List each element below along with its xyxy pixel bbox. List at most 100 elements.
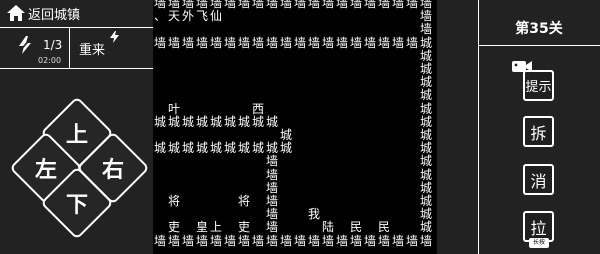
- board-cell: 城: [237, 114, 250, 129]
- board-cell: 城: [419, 220, 432, 235]
- board-cell: 城: [209, 114, 222, 129]
- board-cell: 墙: [237, 35, 250, 50]
- board-cell: 墙: [265, 0, 278, 10]
- board-cell: 墙: [265, 233, 278, 248]
- board-cell: 墙: [195, 233, 208, 248]
- board-cell: 西: [251, 101, 264, 116]
- board-cell: 墙: [335, 0, 348, 10]
- board-cell: 城: [419, 207, 432, 222]
- board-cell: 墙: [265, 154, 278, 169]
- board-cell: 墙: [265, 220, 278, 235]
- board-cell: 城: [419, 194, 432, 208]
- board-cell: 城: [419, 35, 432, 50]
- restart-label: 重来: [79, 43, 106, 58]
- board-cell: 墙: [405, 0, 418, 10]
- right-panel: 第35关 提示 拆 消 拉 长按: [478, 0, 600, 254]
- board-cell: 城: [195, 114, 208, 129]
- board-cell: 墙: [335, 35, 348, 50]
- board-cell: 外: [181, 9, 194, 24]
- board-cell: 仙: [209, 9, 222, 24]
- board-cell: 墙: [349, 35, 362, 50]
- dpad-left-label: 左: [34, 156, 58, 183]
- board-cell: 墙: [195, 35, 208, 50]
- board-cell: 墙: [405, 233, 418, 248]
- board-cell: 墙: [321, 233, 334, 248]
- board-cell: 墙: [237, 0, 250, 10]
- board-cell: 墙: [209, 35, 222, 50]
- board-cell: 墙: [181, 233, 194, 248]
- board-cell: 飞: [195, 9, 208, 24]
- energy-counter: 1/3 02:00: [0, 28, 68, 68]
- board-cell: 城: [419, 167, 432, 182]
- board-cell: 城: [167, 141, 180, 156]
- energy-timer: 02:00: [38, 56, 62, 65]
- board-cell: 墙: [251, 35, 264, 50]
- board-cell: 城: [223, 114, 236, 129]
- board-cell: 吏: [237, 220, 250, 235]
- board-cell: 城: [419, 88, 432, 103]
- hint-button[interactable]: 提示: [523, 70, 554, 101]
- board-cell: 城: [153, 141, 166, 156]
- board-cell: 墙: [293, 233, 306, 248]
- board-cell: 墙: [181, 35, 194, 50]
- board-cell: 墙: [349, 233, 362, 248]
- board-cell: 城: [251, 141, 264, 156]
- restart-button[interactable]: 重来: [70, 28, 153, 68]
- board-cell: 墙: [167, 35, 180, 50]
- board-cell: 墙: [251, 0, 264, 10]
- board-cell: 皇: [195, 220, 208, 235]
- divider: [478, 45, 600, 46]
- board-cell: 墙: [265, 180, 278, 195]
- board-cell: 墙: [293, 35, 306, 50]
- board-cell: 将: [167, 194, 180, 208]
- lightning-icon: [18, 36, 32, 54]
- board-cell: 墙: [349, 0, 362, 10]
- demolish-label: 拆: [530, 123, 547, 143]
- board-cell: 墙: [419, 9, 432, 24]
- board-cell: 墙: [307, 233, 320, 248]
- board-cell: 墙: [321, 0, 334, 10]
- board-cell: 城: [251, 114, 264, 129]
- eliminate-button[interactable]: 消: [523, 164, 554, 195]
- board-cell: 墙: [279, 35, 292, 50]
- board-cell: 城: [419, 101, 432, 116]
- board-cell: 墙: [321, 35, 334, 50]
- board-cell: 城: [419, 141, 432, 156]
- board-cell: 墙: [377, 233, 390, 248]
- board-cell: 墙: [377, 35, 390, 50]
- board-cell: 墙: [251, 233, 264, 248]
- board-cell: 墙: [405, 35, 418, 50]
- board-cell: 墙: [223, 0, 236, 10]
- board-cell: 墙: [265, 167, 278, 182]
- board-cell: 墙: [265, 194, 278, 208]
- board-cell: 城: [167, 114, 180, 129]
- board-cell: 墙: [335, 233, 348, 248]
- board-cell: 城: [195, 141, 208, 156]
- board-cell: 城: [279, 128, 292, 142]
- board-cell: 城: [279, 141, 292, 156]
- board-cell: 墙: [307, 35, 320, 50]
- board-cell: 墙: [265, 207, 278, 222]
- hint-label: 提示: [525, 80, 552, 95]
- home-icon: [7, 5, 25, 21]
- board-cell: 上: [209, 220, 222, 235]
- board-cell: 城: [209, 141, 222, 156]
- game-board[interactable]: 墙墙墙墙墙墙墙墙墙墙墙墙墙墙墙墙墙墙墙墙、天外飞仙墙墙墙墙墙墙墙墙墙墙墙墙墙墙墙…: [153, 0, 437, 254]
- board-cell: 城: [419, 154, 432, 169]
- board-cell: 墙: [223, 233, 236, 248]
- back-to-town-button[interactable]: 返回城镇: [0, 0, 153, 26]
- board-cell: 陆: [321, 220, 334, 235]
- level-title: 第35关: [515, 21, 563, 37]
- demolish-button[interactable]: 拆: [523, 116, 554, 147]
- board-cell: 墙: [377, 0, 390, 10]
- board-cell: 墙: [363, 233, 376, 248]
- lightning-icon: [110, 31, 119, 43]
- divider: [0, 68, 153, 69]
- board-cell: 天: [167, 9, 180, 24]
- board-cell: 城: [153, 114, 166, 129]
- board-cell: 城: [419, 48, 432, 63]
- board-cell: 城: [181, 114, 194, 129]
- energy-count: 1/3: [43, 38, 63, 52]
- board-cell: 民: [377, 220, 390, 235]
- board-cell: 叶: [167, 101, 180, 116]
